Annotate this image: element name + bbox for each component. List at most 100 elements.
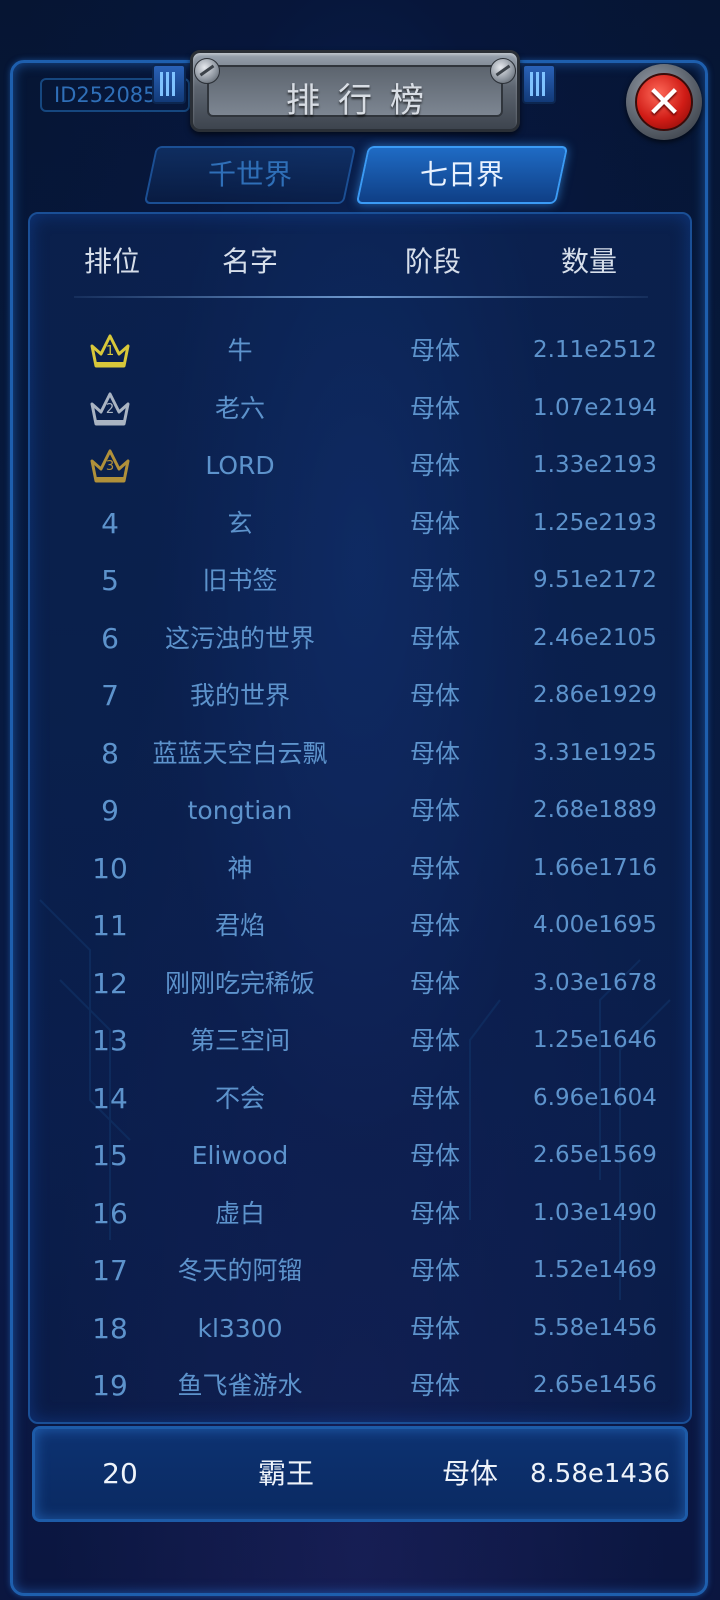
player-amount: 2.65e1456 xyxy=(533,1372,657,1398)
player-stage: 母体 xyxy=(409,623,460,653)
player-name: 刚刚吃完稀饭 xyxy=(164,968,315,998)
player-rank: 5 xyxy=(101,564,119,597)
player-amount: 2.11e2512 xyxy=(533,337,657,363)
table-row[interactable]: 13 第三空间 母体 1.25e1646 xyxy=(30,1012,690,1070)
table-row[interactable]: 9 tongtian 母体 2.68e1889 xyxy=(30,782,690,840)
table-row[interactable]: 18 kl3300 母体 5.58e1456 xyxy=(30,1300,690,1358)
player-rank: 11 xyxy=(92,909,128,942)
table-row[interactable]: 19 鱼飞雀游水 母体 2.65e1456 xyxy=(30,1357,690,1415)
table-row[interactable]: 10 神 母体 1.66e1716 xyxy=(30,840,690,898)
player-stage: 母体 xyxy=(409,451,460,480)
player-amount: 2.46e2105 xyxy=(533,624,657,651)
bolt-icon xyxy=(194,58,220,84)
table-row[interactable]: 7 我的世界 母体 2.86e1929 xyxy=(30,667,690,725)
table-row[interactable]: 17 冬天的阿镏 母体 1.52e1469 xyxy=(30,1242,690,1300)
my-name: 霸王 xyxy=(257,1457,314,1490)
player-name: 这污浊的世界 xyxy=(164,623,315,653)
player-rank: 10 xyxy=(92,851,128,885)
player-rank: 17 xyxy=(92,1254,128,1287)
player-amount: 1.25e2193 xyxy=(533,509,657,536)
player-name: 蓝蓝天空白云飘 xyxy=(152,738,328,768)
player-stage: 母体 xyxy=(409,968,460,998)
crown-number: 1 xyxy=(105,344,115,359)
tab-label: 千世界 xyxy=(207,158,292,191)
title-plate: 排行榜 xyxy=(190,50,520,132)
player-rank: 12 xyxy=(92,966,128,1000)
table-row[interactable]: 1 牛 母体 2.11e2512 xyxy=(30,322,690,380)
player-name: 君焰 xyxy=(214,911,265,940)
player-amount: 1.66e1716 xyxy=(533,854,657,881)
player-amount: 6.96e1604 xyxy=(533,1084,657,1111)
table-row[interactable]: 5 旧书签 母体 9.51e2172 xyxy=(30,552,690,610)
player-rank: 13 xyxy=(92,1024,128,1057)
table-row[interactable]: 4 玄 母体 1.25e2193 xyxy=(30,495,690,553)
player-rank: 15 xyxy=(92,1139,128,1172)
player-name: 牛 xyxy=(227,336,253,365)
table-row[interactable]: 6 这污浊的世界 母体 2.46e2105 xyxy=(30,610,690,668)
crown-number: 3 xyxy=(105,459,115,474)
player-stage: 母体 xyxy=(409,681,460,710)
player-stage: 母体 xyxy=(409,1313,460,1343)
player-stage: 母体 xyxy=(409,393,460,423)
table-row[interactable]: 12 刚刚吃完稀饭 母体 3.03e1678 xyxy=(30,955,690,1013)
table-row[interactable]: 11 君焰 母体 4.00e1695 xyxy=(30,897,690,955)
player-amount: 2.65e1569 xyxy=(533,1142,657,1168)
player-stage: 母体 xyxy=(409,508,460,538)
player-name: 第三空间 xyxy=(189,1026,290,1055)
table-row[interactable]: 2 老六 母体 1.07e2194 xyxy=(30,380,690,438)
player-rank: 9 xyxy=(101,794,119,827)
player-stage: 母体 xyxy=(409,1371,460,1400)
bolt-icon xyxy=(490,58,516,84)
player-rank: 18 xyxy=(92,1311,128,1345)
player-amount: 3.03e1678 xyxy=(533,969,657,996)
player-rank: 8 xyxy=(101,736,119,770)
player-name: tongtian xyxy=(187,796,293,825)
player-amount: 1.52e1469 xyxy=(533,1257,657,1283)
table-row[interactable]: 16 虚白 母体 1.03e1490 xyxy=(30,1185,690,1243)
my-rank: 20 xyxy=(102,1457,138,1490)
silver-crown-icon: 2 xyxy=(88,390,132,428)
player-stage: 母体 xyxy=(409,1083,460,1113)
tab-thousand-worlds[interactable]: 千世界 xyxy=(143,146,357,204)
table-row[interactable]: 3 LORD 母体 1.33e2193 xyxy=(30,437,690,495)
player-name: kl3300 xyxy=(197,1313,283,1343)
player-stage: 母体 xyxy=(409,1198,460,1228)
player-name: 玄 xyxy=(227,508,253,538)
player-rank: 7 xyxy=(101,679,119,712)
page-title: 排行榜 xyxy=(286,81,442,121)
player-stage: 母体 xyxy=(409,853,460,883)
player-amount: 2.68e1889 xyxy=(533,797,657,823)
close-button[interactable]: ✕ xyxy=(626,64,702,140)
player-rank: 19 xyxy=(92,1369,128,1402)
close-icon: ✕ xyxy=(635,73,693,131)
my-rank-row[interactable]: 20 霸王 母体 8.58e1436 xyxy=(32,1426,688,1522)
player-amount: 5.58e1456 xyxy=(533,1314,657,1341)
player-name: 冬天的阿镏 xyxy=(177,1256,303,1285)
player-name: LORD xyxy=(205,451,275,480)
tab-label: 七日界 xyxy=(419,158,504,191)
my-stage: 母体 xyxy=(441,1457,498,1490)
player-stage: 母体 xyxy=(409,1141,460,1170)
tab-seven-days[interactable]: 七日界 xyxy=(355,146,569,204)
header-stage: 阶段 xyxy=(404,245,461,278)
ranking-list: 1 牛 母体 2.11e2512 2 老六 母体 1.07e2194 3 LOR… xyxy=(30,322,690,1415)
table-row[interactable]: 15 Eliwood 母体 2.65e1569 xyxy=(30,1127,690,1185)
player-name: 神 xyxy=(227,853,253,883)
table-header: 排位 名字 阶段 数量 xyxy=(70,240,650,290)
player-name: 老六 xyxy=(214,393,265,423)
player-stage: 母体 xyxy=(409,1256,460,1285)
player-stage: 母体 xyxy=(409,566,460,595)
player-amount: 1.07e2194 xyxy=(533,394,657,421)
left-clip-ornament xyxy=(152,64,186,104)
player-amount: 1.33e2193 xyxy=(533,452,657,478)
my-amount: 8.58e1436 xyxy=(529,1459,671,1489)
header-amount: 数量 xyxy=(560,245,617,278)
table-row[interactable]: 8 蓝蓝天空白云飘 母体 3.31e1925 xyxy=(30,725,690,783)
player-rank: 6 xyxy=(101,621,119,655)
player-rank: 16 xyxy=(92,1196,128,1230)
header-rank: 排位 xyxy=(83,245,140,278)
player-name: 鱼飞雀游水 xyxy=(177,1371,303,1400)
player-stage: 母体 xyxy=(409,738,460,768)
table-row[interactable]: 14 不会 母体 6.96e1604 xyxy=(30,1070,690,1128)
player-amount: 4.00e1695 xyxy=(533,912,657,938)
